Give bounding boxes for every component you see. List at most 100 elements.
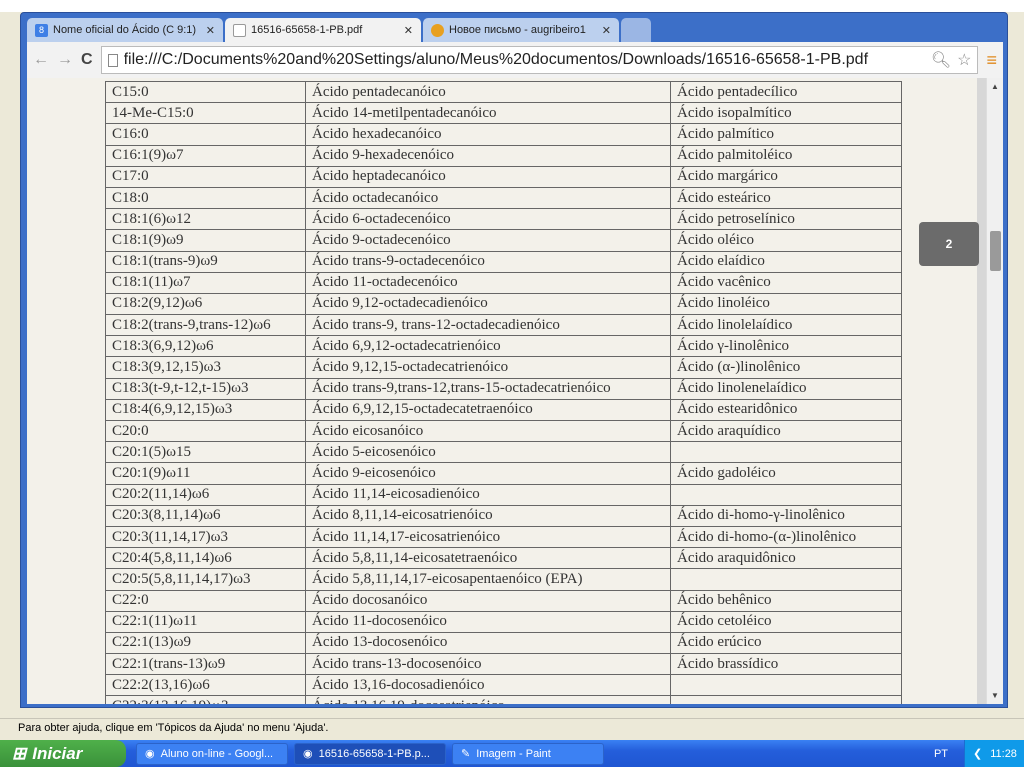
common-name-cell: Ácido margárico xyxy=(670,165,902,188)
start-label: Iniciar xyxy=(32,743,83,763)
systematic-name-cell: Ácido trans-9, trans-12-octadecadienóico xyxy=(305,314,671,337)
systematic-name-cell: Ácido 9-octadecenóico xyxy=(305,229,671,252)
table-row: C20:0 Ácido eicosanóico Ácido araquídico xyxy=(105,419,902,443)
status-bar: Para obter ajuda, clique em 'Tópicos da … xyxy=(0,718,1024,739)
common-name-cell: Ácido γ-linolênico xyxy=(670,335,902,358)
notation-cell: C18:1(9)ω9 xyxy=(105,229,306,252)
systematic-name-cell: Ácido 11-docosenóico xyxy=(305,610,671,633)
taskbar-item-chrome-pdf[interactable]: ◉ 16516-65658-1-PB.p... xyxy=(294,742,446,765)
address-bar[interactable]: file:///C:/Documents%20and%20Settings/al… xyxy=(100,46,979,74)
back-icon[interactable]: ← xyxy=(33,51,49,69)
zoom-icon[interactable]: 🔍︎ xyxy=(931,50,951,70)
table-row: C18:2(9,12)ω6 Ácido 9,12-octadecadienóico… xyxy=(105,292,902,316)
common-name-cell: Ácido erúcico xyxy=(670,631,902,655)
browser-window: 8 Nome oficial do Ácido (C 9:1) ✕ 16516-65… xyxy=(20,12,1008,708)
tab-pdf[interactable]: 16516-65658-1-PB.pdf ✕ xyxy=(225,18,421,42)
forward-icon[interactable]: → xyxy=(57,51,73,69)
common-name-cell xyxy=(670,441,902,464)
table-row: C20:4(5,8,11,14)ω6 Ácido 5,8,11,14-eicosa… xyxy=(105,547,902,570)
top-margin xyxy=(0,0,1024,12)
language-indicator[interactable]: PT xyxy=(934,748,948,760)
taskbar-item-chrome-aluno[interactable]: ◉ Aluno on-line - Googl... xyxy=(136,742,288,765)
systematic-name-cell: Ácido pentadecanóico xyxy=(305,80,671,104)
scrollbar-thumb[interactable] xyxy=(990,231,1001,271)
notation-cell: C20:4(5,8,11,14)ω6 xyxy=(105,547,306,570)
page-icon xyxy=(107,53,118,67)
systematic-name-cell: Ácido 13,16-docosadienóico xyxy=(305,674,671,697)
systematic-name-cell: Ácido trans-9-octadecenóico xyxy=(305,250,671,273)
systematic-name-cell: Ácido 11,14-eicosadienóico xyxy=(305,483,671,506)
notation-cell: C20:1(9)ω11 xyxy=(105,462,306,485)
tab-title: Nome oficial do Ácido (C 9:1) xyxy=(53,24,197,36)
systematic-name-cell: Ácido 6,9,12,15-octadecatetraenóico xyxy=(305,398,671,422)
notation-cell: C20:3(8,11,14)ω6 xyxy=(105,504,306,527)
taskbar-label: 16516-65658-1-PB.p... xyxy=(318,747,430,760)
close-tab-icon[interactable]: ✕ xyxy=(206,24,215,37)
notation-cell: C18:3(6,9,12)ω6 xyxy=(105,335,306,358)
systematic-name-cell: Ácido 5,8,11,14-eicosatetraenóico xyxy=(305,547,671,570)
systematic-name-cell: Ácido trans-13-docosenóico xyxy=(305,653,671,676)
common-name-cell: Ácido linolenelaídico xyxy=(670,377,902,400)
tab-strip: 8 Nome oficial do Ácido (C 9:1) ✕ 16516-65… xyxy=(27,18,651,42)
common-name-cell: Ácido petroselínico xyxy=(670,208,902,231)
common-name-cell: Ácido palmítico xyxy=(670,123,902,146)
scroll-down-icon[interactable]: ▼ xyxy=(991,691,999,700)
table-row: C20:1(9)ω11 Ácido 9-eicosenóico Ácido gado… xyxy=(105,462,902,485)
systematic-name-cell: Ácido 5,8,11,14,17-eicosapentaenóico (EP… xyxy=(305,568,671,591)
page-number-indicator: 2 xyxy=(919,222,979,266)
notation-cell: C16:1(9)ω7 xyxy=(105,144,306,167)
common-name-cell: Ácido oléico xyxy=(670,229,902,252)
systematic-name-cell: Ácido 9,12-octadecadienóico xyxy=(305,292,671,316)
scroll-up-icon[interactable]: ▲ xyxy=(991,82,999,91)
windows-logo-icon: ⊞ xyxy=(12,743,27,763)
mail-icon xyxy=(431,23,444,37)
systematic-name-cell: Ácido 13-docosenóico xyxy=(305,631,671,655)
menu-icon[interactable]: ≡ xyxy=(986,50,997,71)
document-icon xyxy=(233,23,246,37)
taskbar-label: Aluno on-line - Googl... xyxy=(160,747,274,760)
table-row: C15:0 Ácido pentadecanóico Ácido pentadecí… xyxy=(105,80,902,104)
pdf-viewer: C15:0 Ácido pentadecanóico Ácido pentadecí… xyxy=(27,78,1003,704)
new-tab-button[interactable] xyxy=(621,18,651,42)
table-row: C18:1(11)ω7 Ácido 11-octadecenóico Ácido v… xyxy=(105,271,902,294)
common-name-cell: Ácido behênico xyxy=(670,589,902,612)
systematic-name-cell: Ácido 5-eicosenóico xyxy=(305,441,671,464)
table-row: C18:4(6,9,12,15)ω3 Ácido 6,9,12,15-octade… xyxy=(105,398,902,422)
scrollbar[interactable]: ▲ ▼ xyxy=(986,78,1003,704)
close-tab-icon[interactable]: ✕ xyxy=(404,24,413,37)
tab-google-search[interactable]: 8 Nome oficial do Ácido (C 9:1) ✕ xyxy=(27,18,223,42)
notation-cell: C22:0 xyxy=(105,589,306,612)
common-name-cell: Ácido linolelaídico xyxy=(670,314,902,337)
notation-cell: 14-Me-C15:0 xyxy=(105,102,306,125)
taskbar: ⊞ Iniciar ◉ Aluno on-line - Googl... ◉ 1651… xyxy=(0,740,1024,767)
table-row: C22:1(13)ω9 Ácido 13-docosenóico Ácido erú… xyxy=(105,631,902,655)
table-row: C22:3(13,16,19)ω3Ácido 13,16,19-docosatr… xyxy=(105,695,902,704)
common-name-cell xyxy=(670,483,902,506)
tray-expand-icon[interactable]: ❮ xyxy=(973,747,982,760)
notation-cell: C18:1(6)ω12 xyxy=(105,208,306,231)
google-icon: 8 xyxy=(35,23,48,37)
table-row: C20:1(5)ω15 Ácido 5-eicosenóico xyxy=(105,441,902,464)
reload-icon[interactable]: C xyxy=(81,51,93,69)
notation-cell: C22:1(13)ω9 xyxy=(105,631,306,655)
star-icon[interactable]: ☆ xyxy=(957,50,971,70)
notation-cell: C18:1(11)ω7 xyxy=(105,271,306,294)
system-tray: ❮ 11:28 xyxy=(964,740,1024,767)
table-row: 14-Me-C15:0 Ácido 14-metilpentadecanóico Á… xyxy=(105,102,902,125)
start-button[interactable]: ⊞ Iniciar xyxy=(0,740,126,767)
common-name-cell: Ácido estearidônico xyxy=(670,398,902,422)
close-tab-icon[interactable]: ✕ xyxy=(602,24,611,37)
table-row: C18:0 Ácido octadecanóico Ácido esteárico xyxy=(105,186,902,210)
notation-cell: C20:0 xyxy=(105,419,306,443)
toolbar: ← → C file:///C:/Documents%20and%20Setti… xyxy=(27,42,1003,78)
notation-cell: C18:3(9,12,15)ω3 xyxy=(105,356,306,379)
tab-mail[interactable]: Новое письмо - augribeiro1 ✕ xyxy=(423,18,619,42)
common-name-cell: Ácido esteárico xyxy=(670,186,902,210)
common-name-cell: Ácido di-homo-(α-)linolênico xyxy=(670,525,902,549)
notation-cell: C18:2(9,12)ω6 xyxy=(105,292,306,316)
table-row: C18:1(9)ω9 Ácido 9-octadecenóico Ácido olé… xyxy=(105,229,902,252)
taskbar-item-paint[interactable]: ✎ Imagem - Paint xyxy=(452,742,604,765)
taskbar-label: Imagem - Paint xyxy=(476,747,551,760)
notation-cell: C18:4(6,9,12,15)ω3 xyxy=(105,398,306,422)
chrome-icon: ◉ xyxy=(303,748,313,760)
